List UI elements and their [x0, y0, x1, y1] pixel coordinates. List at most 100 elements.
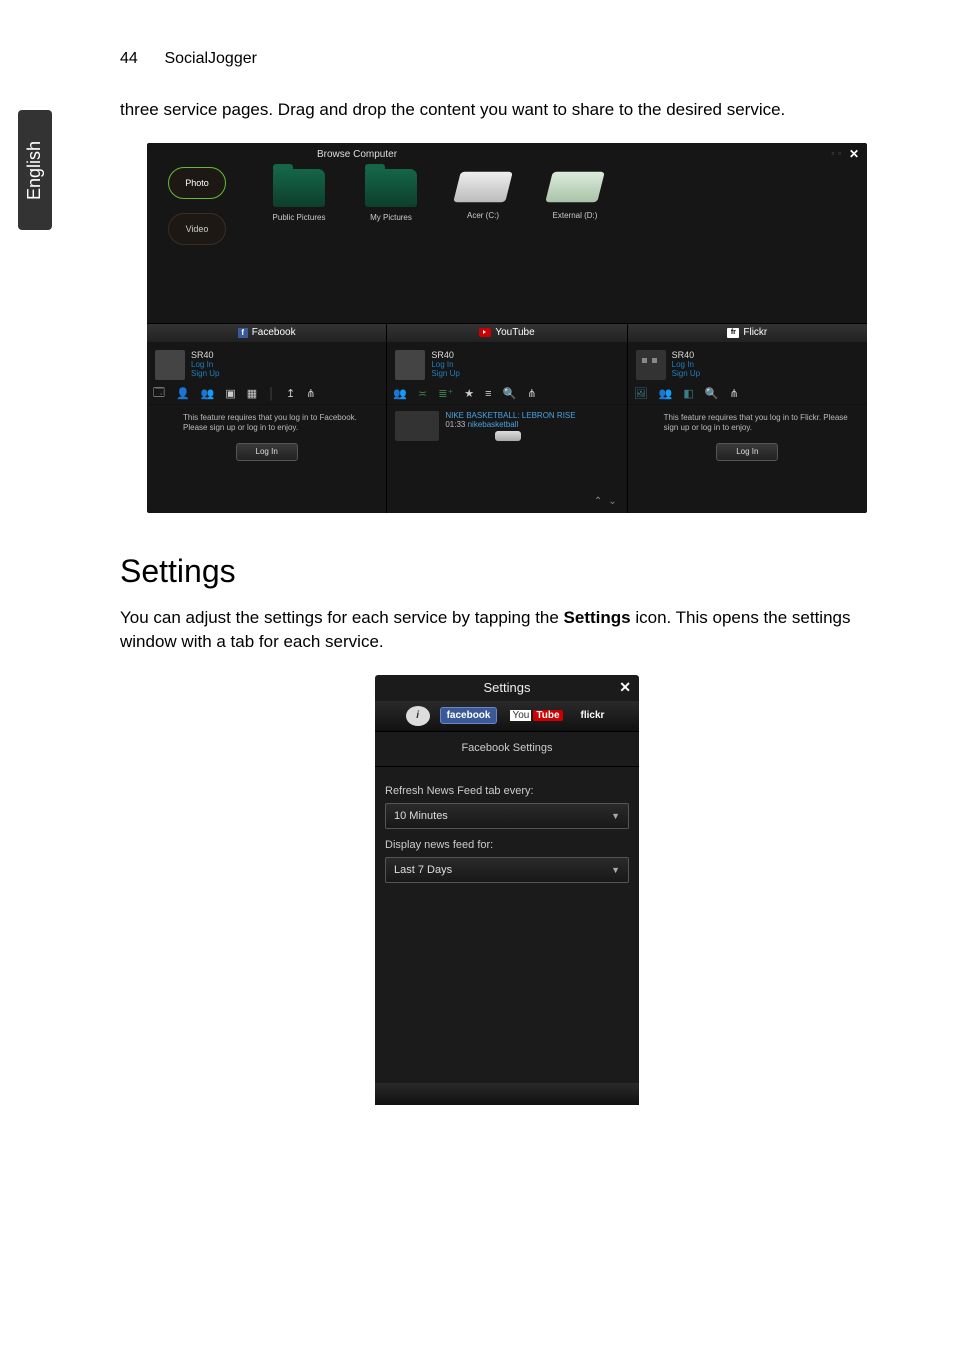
video-thumbnail [395, 411, 439, 441]
refresh-dropdown[interactable]: 10 Minutes ▼ [385, 803, 629, 829]
section-title: SocialJogger [164, 50, 257, 67]
search-icon[interactable]: 🔍 [705, 387, 719, 400]
video-duration: 01:33 [445, 420, 465, 429]
tab-youtube[interactable]: YouTube [507, 708, 566, 723]
settings-heading: Settings [120, 553, 894, 590]
settings-tabs: i facebook YouTube flickr [375, 701, 639, 732]
display-value: Last 7 Days [394, 864, 452, 876]
avatar [155, 350, 185, 380]
subscriptions-icon[interactable]: ≣⁺ [438, 387, 453, 400]
drive-acer-c[interactable]: Acer (C:) [451, 169, 515, 222]
flickr-icon: fr [727, 328, 739, 338]
close-icon[interactable]: ✕ [619, 679, 631, 696]
login-link[interactable]: Log In [672, 360, 694, 369]
settings-text-pre: You can adjust the settings for each ser… [120, 608, 564, 627]
intro-paragraph: three service pages. Drag and drop the c… [120, 98, 894, 123]
close-icon[interactable]: ✕ [849, 147, 859, 161]
panel-title-text: YouTube [495, 324, 534, 342]
drive-label: My Pictures [359, 213, 423, 222]
signup-link[interactable]: Sign Up [431, 369, 459, 378]
facebook-login-button[interactable]: Log In [236, 443, 298, 461]
person-icon[interactable]: 👤 [176, 387, 190, 400]
settings-text-bold: Settings [564, 608, 631, 627]
photos-icon[interactable]: 🖼 [634, 387, 648, 400]
chevron-up-icon[interactable]: ⌃ [594, 496, 602, 507]
drive-label: Acer (C:) [451, 211, 515, 220]
flickr-toolbar: 🖼 👥 ◧ 🔍 ⋔ [628, 384, 867, 405]
chevron-down-icon: ▼ [611, 811, 620, 821]
drive-label: Public Pictures [267, 213, 331, 222]
share-icon[interactable]: ⋔ [729, 387, 738, 400]
avatar [636, 350, 666, 380]
min-icon[interactable]: ▫ [831, 149, 834, 158]
page-number: 44 [120, 50, 160, 68]
refresh-label: Refresh News Feed tab every: [385, 785, 629, 797]
contacts-icon[interactable]: 👥 [659, 387, 673, 400]
drive-my-pictures[interactable]: My Pictures [359, 169, 423, 222]
featured-icon[interactable]: 👥 [393, 387, 407, 400]
tab-facebook[interactable]: facebook [440, 707, 498, 724]
panel-title-text: Flickr [743, 324, 767, 342]
settings-footer [375, 1083, 639, 1105]
user-name: SR40 [672, 350, 700, 360]
photo-icon[interactable]: ▣ [225, 387, 235, 400]
calendar-icon[interactable]: ▦ [247, 387, 257, 400]
browse-computer-label: Browse Computer [317, 149, 397, 160]
video-title: NIKE BASKETBALL: LEBRON RISE [445, 411, 575, 420]
facebook-notice: This feature requires that you log in to… [147, 405, 386, 437]
login-link[interactable]: Log In [431, 360, 453, 369]
display-dropdown[interactable]: Last 7 Days ▼ [385, 857, 629, 883]
login-link[interactable]: Log In [191, 360, 213, 369]
folder-icon [365, 169, 417, 207]
groups-icon[interactable]: ◧ [683, 387, 693, 400]
drive-label: External (D:) [543, 211, 607, 220]
window-controls: ▫ ▫ [831, 149, 841, 158]
upload-icon[interactable]: ↥ [286, 387, 295, 400]
settings-screenshot: Settings ✕ i facebook YouTube flickr Fac… [375, 675, 639, 1105]
signup-link[interactable]: Sign Up [191, 369, 219, 378]
tab-info[interactable]: i [406, 706, 430, 726]
youtube-icon [479, 328, 491, 337]
flickr-notice: This feature requires that you log in to… [628, 405, 867, 437]
category-video[interactable]: Video [168, 213, 226, 245]
share-icon[interactable]: ⋔ [306, 387, 315, 400]
settings-title: Settings [484, 680, 531, 695]
max-icon[interactable]: ▫ [838, 149, 841, 158]
youtube-video-row[interactable]: NIKE BASKETBALL: LEBRON RISE 01:33 nikeb… [387, 405, 626, 447]
settings-paragraph: You can adjust the settings for each ser… [120, 606, 894, 655]
favorites-icon[interactable]: ★ [464, 387, 474, 400]
youtube-toolbar: 👥 ≍ ≣⁺ ★ ≡ 🔍 ⋔ [387, 384, 626, 405]
share-screenshot: Browse Computer ▫ ▫ ✕ Photo Video Public… [147, 143, 867, 513]
youtube-logo-icon [495, 431, 521, 441]
language-tab-label: English [25, 140, 46, 199]
drive-public-pictures[interactable]: Public Pictures [267, 169, 331, 222]
settings-titlebar: Settings ✕ [375, 675, 639, 701]
youtube-tube: Tube [533, 710, 562, 721]
page-header: 44 SocialJogger [120, 50, 894, 68]
separator-icon: │ [268, 388, 275, 400]
panel-title-youtube: YouTube [387, 324, 626, 342]
drive-external-d[interactable]: External (D:) [543, 169, 607, 222]
external-drive-icon [545, 171, 605, 202]
panel-title-text: Facebook [252, 324, 296, 342]
panel-youtube: YouTube SR40 Log In Sign Up 👥 ≍ ≣⁺ [386, 323, 626, 513]
search-icon[interactable]: 🔍 [503, 387, 517, 400]
friends-icon[interactable]: 👥 [201, 387, 215, 400]
playlists-icon[interactable]: ≡ [485, 388, 491, 400]
share-icon[interactable]: ⋔ [527, 387, 536, 400]
facebook-toolbar: 🗔 👤 👥 ▣ ▦ │ ↥ ⋔ [147, 384, 386, 405]
news-icon[interactable]: 🗔 [153, 384, 165, 403]
user-name: SR40 [191, 350, 219, 360]
chevron-down-icon[interactable]: ⌄ [608, 496, 616, 507]
folder-icon [273, 169, 325, 207]
panel-facebook: f Facebook SR40 Log In Sign Up 🗔 � [147, 323, 386, 513]
tab-flickr[interactable]: flickr [577, 708, 609, 723]
refresh-value: 10 Minutes [394, 810, 448, 822]
trending-icon[interactable]: ≍ [418, 387, 427, 400]
signup-link[interactable]: Sign Up [672, 369, 700, 378]
category-photo[interactable]: Photo [168, 167, 226, 199]
flickr-login-button[interactable]: Log In [716, 443, 778, 461]
avatar [395, 350, 425, 380]
video-channel: nikebasketball [468, 420, 519, 429]
language-tab: English [18, 110, 52, 230]
